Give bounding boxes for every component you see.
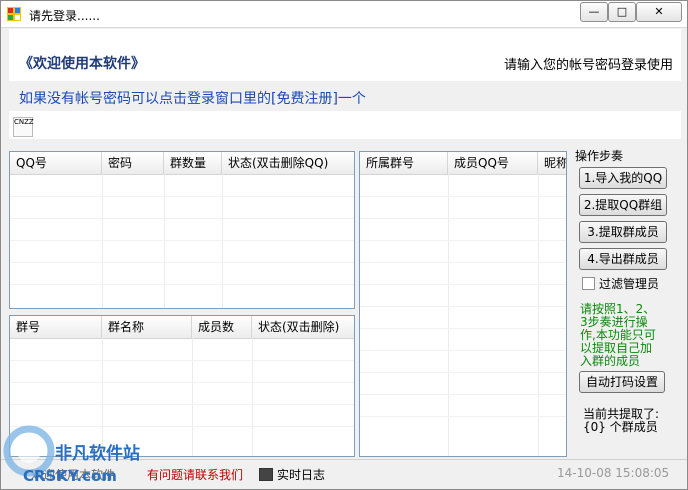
- window-title: 请先登录......: [29, 9, 100, 23]
- log-icon: [259, 468, 273, 481]
- close-icon: ✕: [654, 5, 664, 18]
- login-prompt: 请输入您的帐号密码登录使用: [503, 58, 673, 73]
- col-group-count[interactable]: 群数量: [164, 152, 222, 174]
- watermark-domain: CRSKY.com: [23, 467, 117, 485]
- filter-admin-label[interactable]: 过滤管理员: [599, 275, 659, 292]
- cnzz-badge-icon[interactable]: CNZZ: [13, 117, 34, 137]
- notice-bar: 如果没有帐号密码可以点击登录窗口里的[免费注册]一个: [9, 81, 681, 111]
- col-status[interactable]: 状态(双击删除QQ): [222, 152, 354, 174]
- steps-title: 操作步奏: [575, 149, 624, 163]
- title-bar: 请先登录...... — □ ✕: [1, 1, 687, 28]
- welcome-text: 《欢迎使用本软件》: [19, 56, 145, 72]
- col-owner-group[interactable]: 所属群号: [360, 152, 448, 174]
- extract-groups-button[interactable]: 2.提取QQ群组: [579, 194, 667, 216]
- main-window: 请先登录...... — □ ✕ 《欢迎使用本软件》 请输入您的帐号密码登录使用…: [0, 0, 688, 490]
- watermark: 非凡软件站 CRSKY.com: [3, 421, 173, 487]
- watermark-brand: 非凡软件站: [55, 443, 140, 464]
- col-nickname[interactable]: 昵称: [538, 152, 566, 174]
- col-group-status[interactable]: 状态(双击删除): [252, 316, 354, 338]
- watermark-logo-icon: 非凡软件站 CRSKY.com: [3, 425, 140, 485]
- maximize-button[interactable]: □: [608, 2, 636, 22]
- captcha-settings-button[interactable]: 自动打码设置: [579, 371, 665, 393]
- members-table[interactable]: 所属群号 成员QQ号 昵称: [359, 151, 567, 457]
- steps-panel: 操作步奏 1.导入我的QQ 2.提取QQ群组 3.提取群成员 4.导出群成员 过…: [571, 147, 683, 457]
- realtime-log-link[interactable]: 实时日志: [277, 466, 325, 483]
- groups-table-header: 群号 群名称 成员数 状态(双击删除): [10, 316, 354, 339]
- cnzz-label: CNZZ: [14, 118, 34, 126]
- col-group-name[interactable]: 群名称: [102, 316, 192, 338]
- app-icon: [7, 7, 21, 21]
- minimize-button[interactable]: —: [580, 2, 608, 22]
- status-timestamp: 14-10-08 15:08:05: [557, 466, 670, 480]
- import-qq-button[interactable]: 1.导入我的QQ: [579, 167, 667, 189]
- export-members-button[interactable]: 4.导出群成员: [579, 248, 667, 270]
- col-password[interactable]: 密码: [102, 152, 164, 174]
- accounts-table-header: QQ号 密码 群数量 状态(双击删除QQ): [10, 152, 354, 175]
- col-member-count[interactable]: 成员数: [192, 316, 252, 338]
- help-text: 请按照1、2、3步奏进行操作,本功能只可以提取自己加入群的成员: [580, 302, 656, 368]
- col-group-id[interactable]: 群号: [10, 316, 102, 338]
- minimize-icon: —: [588, 5, 600, 18]
- maximize-icon: □: [616, 5, 628, 18]
- close-button[interactable]: ✕: [636, 2, 682, 22]
- register-notice[interactable]: 如果没有帐号密码可以点击登录窗口里的[免费注册]一个: [19, 88, 366, 108]
- accounts-table[interactable]: QQ号 密码 群数量 状态(双击删除QQ): [9, 151, 355, 309]
- header-panel: 《欢迎使用本软件》 请输入您的帐号密码登录使用 如果没有帐号密码可以点击登录窗口…: [9, 29, 681, 139]
- col-member-qq[interactable]: 成员QQ号: [448, 152, 538, 174]
- count-value: {0} 个群成员: [583, 420, 658, 434]
- members-table-header: 所属群号 成员QQ号 昵称: [360, 152, 566, 175]
- filter-admin-checkbox[interactable]: [582, 277, 595, 290]
- col-qq[interactable]: QQ号: [10, 152, 102, 174]
- extract-members-button[interactable]: 3.提取群成员: [579, 221, 667, 243]
